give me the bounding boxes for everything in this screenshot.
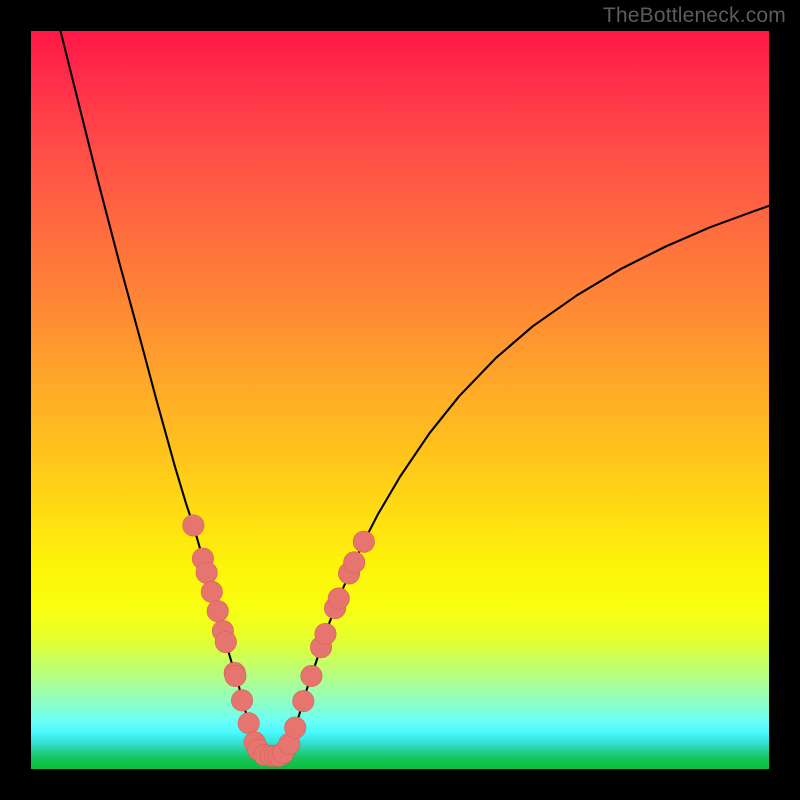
curve-marker: [315, 623, 336, 644]
bottleneck-curve: [61, 31, 769, 756]
curve-marker: [231, 690, 252, 711]
curve-marker: [183, 515, 204, 536]
curve-marker: [201, 581, 222, 602]
curve-marker: [293, 690, 314, 711]
curve-marker: [196, 562, 217, 583]
curve-marker: [207, 600, 228, 621]
curve-marker: [238, 713, 259, 734]
curve-marker: [344, 552, 365, 573]
plot-area: [31, 31, 769, 769]
curve-marker: [301, 665, 322, 686]
curve-marker-group: [183, 515, 375, 767]
watermark-text: TheBottleneck.com: [603, 4, 786, 28]
chart-frame: TheBottleneck.com: [0, 0, 800, 800]
curve-marker: [225, 665, 246, 686]
curve-marker: [353, 531, 374, 552]
chart-svg: [31, 31, 769, 769]
curve-marker: [215, 631, 236, 652]
curve-marker: [328, 588, 349, 609]
curve-marker: [285, 717, 306, 738]
